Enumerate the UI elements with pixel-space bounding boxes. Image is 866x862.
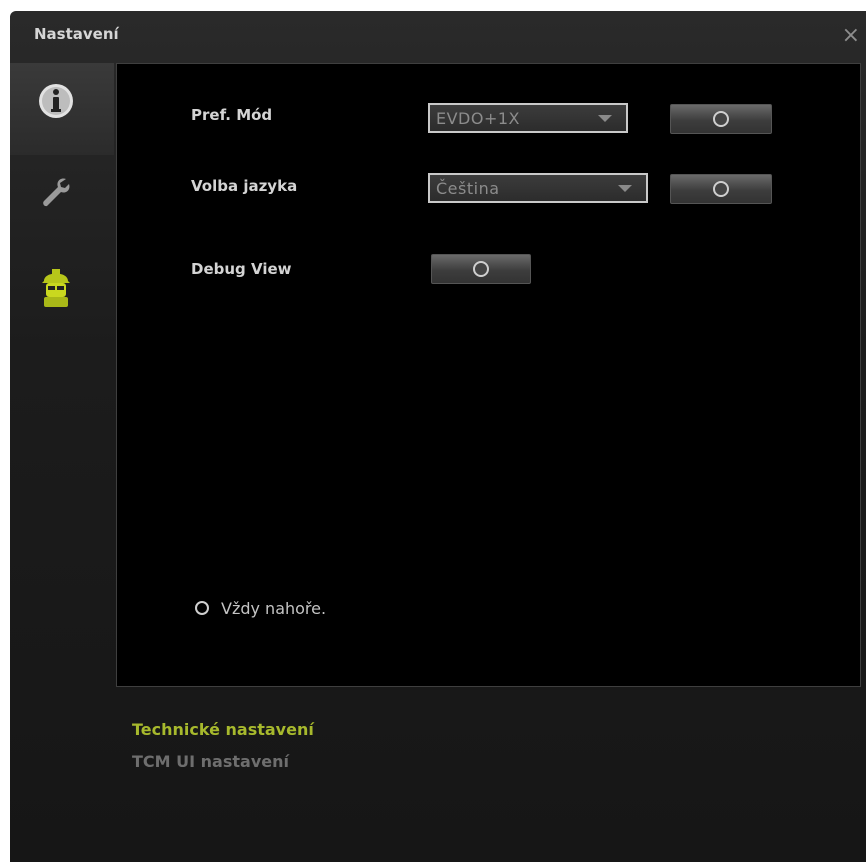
info-icon <box>39 84 73 118</box>
pref-mode-label: Pref. Mód <box>191 106 273 124</box>
circle-icon <box>713 181 729 197</box>
sidebar-item-technical[interactable] <box>10 247 114 339</box>
sidebar-item-tools[interactable] <box>10 155 114 247</box>
debug-view-label: Debug View <box>191 260 292 278</box>
language-label: Volba jazyka <box>191 177 298 195</box>
always-on-top-label: Vždy nahoře. <box>221 599 327 618</box>
pref-mode-value: EVDO+1X <box>436 109 521 128</box>
circle-icon <box>713 111 729 127</box>
wrench-icon <box>43 178 70 207</box>
debug-view-button[interactable] <box>431 254 531 284</box>
pref-mode-apply-button[interactable] <box>670 104 772 134</box>
title-bar: Nastavení × <box>10 11 866 61</box>
sidebar-item-info[interactable] <box>10 63 114 155</box>
nav-tcm-ui-settings[interactable]: TCM UI nastavení <box>132 752 289 771</box>
chevron-down-icon <box>618 185 632 192</box>
settings-panel: Pref. Mód EVDO+1X Volba jazyka Čeština D… <box>116 63 861 687</box>
pref-mode-select[interactable]: EVDO+1X <box>428 103 628 133</box>
language-apply-button[interactable] <box>670 174 772 204</box>
technician-icon <box>42 269 70 307</box>
circle-icon <box>473 261 489 277</box>
close-icon[interactable]: × <box>842 25 860 47</box>
language-value: Čeština <box>436 179 500 198</box>
settings-window: Nastavení × Pref. Mód EVDO+1X Volba jazy… <box>10 11 866 862</box>
window-title: Nastavení <box>34 25 119 43</box>
language-select[interactable]: Čeština <box>428 173 648 203</box>
chevron-down-icon <box>598 115 612 122</box>
nav-technical-settings[interactable]: Technické nastavení <box>132 720 314 739</box>
sidebar <box>10 63 114 683</box>
radio-icon[interactable] <box>195 601 209 615</box>
